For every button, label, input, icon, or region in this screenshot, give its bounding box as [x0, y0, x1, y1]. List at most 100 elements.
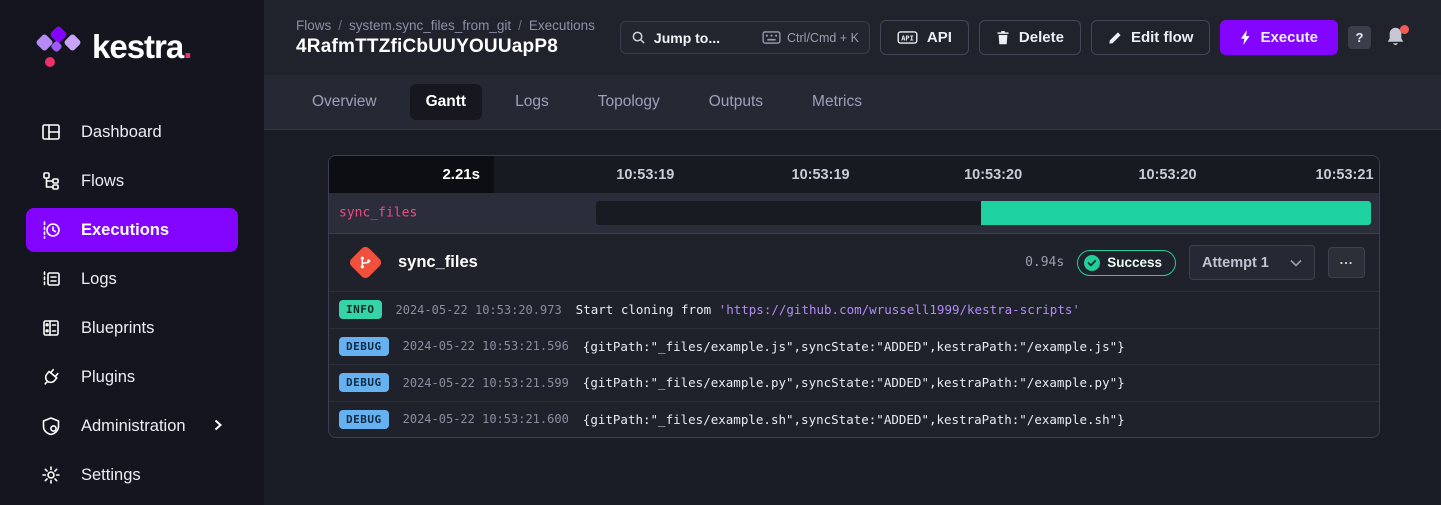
- api-chip-icon: API: [897, 31, 918, 44]
- check-circle-icon: [1084, 255, 1100, 271]
- breadcrumb-flow-id[interactable]: system.sync_files_from_git: [349, 18, 511, 33]
- chevron-down-icon: [1290, 259, 1302, 267]
- api-button[interactable]: API API: [880, 20, 969, 55]
- log-row[interactable]: DEBUG 2024-05-22 10:53:21.596 {gitPath:"…: [329, 328, 1379, 365]
- gantt-row-label: sync_files: [339, 206, 417, 221]
- task-detail-panel: sync_files 0.94s Success Attempt 1: [329, 233, 1379, 437]
- sidebar-item-blueprints[interactable]: Blueprints: [26, 306, 238, 350]
- gantt-row-sync-files[interactable]: sync_files: [329, 193, 1379, 233]
- title-block: Flows / system.sync_files_from_git / Exe…: [296, 18, 595, 58]
- sidebar: kestra. Dashboard Flows Executions: [0, 0, 264, 505]
- log-level-badge: DEBUG: [339, 373, 389, 392]
- sidebar-item-label: Settings: [81, 466, 141, 485]
- chevron-right-icon: [212, 417, 224, 436]
- flows-icon: [40, 170, 62, 192]
- kestra-logo-icon: [38, 24, 80, 70]
- logs-icon: [40, 268, 62, 290]
- task-duration: 0.94s: [1025, 255, 1064, 270]
- log-level-badge: INFO: [339, 300, 382, 319]
- search-icon: [631, 30, 646, 45]
- trash-icon: [996, 30, 1010, 45]
- executions-clock-icon: [40, 219, 62, 241]
- log-timestamp: 2024-05-22 10:53:20.973: [396, 303, 562, 317]
- gantt-task-bar[interactable]: [596, 201, 1371, 225]
- log-message: {gitPath:"_files/example.js",syncState:"…: [583, 339, 1125, 354]
- log-timestamp: 2024-05-22 10:53:21.600: [403, 412, 569, 426]
- time-tick: 10:53:21: [1315, 167, 1373, 183]
- svg-text:API: API: [901, 34, 914, 42]
- log-level-badge: DEBUG: [339, 337, 389, 356]
- time-tick: 10:53:19: [616, 167, 674, 183]
- help-button[interactable]: ?: [1348, 26, 1371, 49]
- sidebar-item-logs[interactable]: Logs: [26, 257, 238, 301]
- tab-outputs[interactable]: Outputs: [693, 84, 779, 120]
- app-window: kestra. Dashboard Flows Executions: [0, 0, 1441, 505]
- gantt-card: 2.21s 10:53:19 10:53:19 10:53:20 10:53:2…: [328, 155, 1380, 438]
- status-badge: Success: [1077, 250, 1176, 276]
- sidebar-item-flows[interactable]: Flows: [26, 159, 238, 203]
- sidebar-item-label: Dashboard: [81, 123, 162, 142]
- timeline-header: 2.21s 10:53:19 10:53:19 10:53:20 10:53:2…: [329, 156, 1379, 193]
- tab-topology[interactable]: Topology: [582, 84, 676, 120]
- pencil-icon: [1108, 31, 1122, 45]
- sidebar-item-dashboard[interactable]: Dashboard: [26, 110, 238, 154]
- sidebar-item-executions[interactable]: Executions: [26, 208, 238, 252]
- tab-logs[interactable]: Logs: [499, 84, 565, 120]
- breadcrumb-flows[interactable]: Flows: [296, 18, 331, 33]
- log-row[interactable]: DEBUG 2024-05-22 10:53:21.599 {gitPath:"…: [329, 364, 1379, 401]
- log-message: Start cloning from 'https://github.com/w…: [576, 302, 1080, 317]
- sidebar-nav: Dashboard Flows Executions Logs: [0, 96, 264, 497]
- time-tick: 10:53:20: [1138, 167, 1196, 183]
- log-message: {gitPath:"_files/example.py",syncState:"…: [583, 375, 1125, 390]
- keyboard-icon: [762, 31, 781, 44]
- log-timestamp: 2024-05-22 10:53:21.599: [403, 376, 569, 390]
- breadcrumb-executions[interactable]: Executions: [529, 18, 595, 33]
- tab-overview[interactable]: Overview: [296, 84, 393, 120]
- breadcrumb-separator: /: [518, 18, 522, 33]
- kestra-logo-text: kestra.: [92, 28, 191, 66]
- main-area: Flows / system.sync_files_from_git / Exe…: [264, 0, 1441, 505]
- log-timestamp: 2024-05-22 10:53:21.596: [403, 339, 569, 353]
- time-tick: 10:53:19: [792, 167, 850, 183]
- execute-button[interactable]: Execute: [1220, 20, 1338, 55]
- lightning-bolt-icon: [1240, 30, 1251, 45]
- log-url-link[interactable]: 'https://github.com/wrussell1999/kestra-…: [719, 302, 1080, 317]
- tab-metrics[interactable]: Metrics: [796, 84, 878, 120]
- gantt-view: 2.21s 10:53:19 10:53:19 10:53:20 10:53:2…: [264, 130, 1441, 505]
- settings-gear-icon: [40, 464, 62, 486]
- jump-to-search[interactable]: Jump to... Ctrl/Cmd + K: [620, 21, 870, 54]
- sidebar-item-label: Administration: [81, 417, 186, 436]
- header-actions: Jump to... Ctrl/Cmd + K API API Delete: [620, 20, 1409, 55]
- notifications-button[interactable]: [1385, 26, 1409, 50]
- log-level-badge: DEBUG: [339, 410, 389, 429]
- task-name: sync_files: [398, 253, 478, 272]
- sidebar-item-label: Logs: [81, 270, 117, 289]
- edit-flow-button[interactable]: Edit flow: [1091, 20, 1211, 55]
- total-duration: 2.21s: [329, 156, 494, 193]
- log-row[interactable]: INFO 2024-05-22 10:53:20.973 Start cloni…: [329, 291, 1379, 328]
- time-tick: 10:53:20: [964, 167, 1022, 183]
- tab-gantt[interactable]: Gantt: [410, 84, 482, 120]
- sidebar-item-label: Executions: [81, 221, 169, 240]
- jump-to-placeholder: Jump to...: [654, 30, 720, 46]
- more-options-button[interactable]: ...: [1328, 247, 1365, 278]
- sidebar-item-settings[interactable]: Settings: [26, 453, 238, 497]
- sidebar-item-label: Blueprints: [81, 319, 154, 338]
- delete-button[interactable]: Delete: [979, 20, 1081, 55]
- gantt-bar-created-segment: [596, 201, 981, 225]
- breadcrumb-separator: /: [338, 18, 342, 33]
- notification-dot: [1400, 25, 1409, 34]
- jump-shortcut: Ctrl/Cmd + K: [762, 31, 859, 45]
- plugins-icon: [40, 366, 62, 388]
- sidebar-item-administration[interactable]: Administration: [26, 404, 238, 448]
- blueprints-icon: [40, 317, 62, 339]
- sidebar-item-plugins[interactable]: Plugins: [26, 355, 238, 399]
- log-row[interactable]: DEBUG 2024-05-22 10:53:21.600 {gitPath:"…: [329, 401, 1379, 438]
- kestra-logo[interactable]: kestra.: [0, 0, 264, 96]
- sidebar-item-label: Flows: [81, 172, 124, 191]
- top-header: Flows / system.sync_files_from_git / Exe…: [264, 0, 1441, 75]
- task-detail-header: sync_files 0.94s Success Attempt 1: [329, 234, 1379, 291]
- log-message: {gitPath:"_files/example.sh",syncState:"…: [583, 412, 1125, 427]
- dashboard-icon: [40, 121, 62, 143]
- attempt-select[interactable]: Attempt 1: [1189, 245, 1315, 280]
